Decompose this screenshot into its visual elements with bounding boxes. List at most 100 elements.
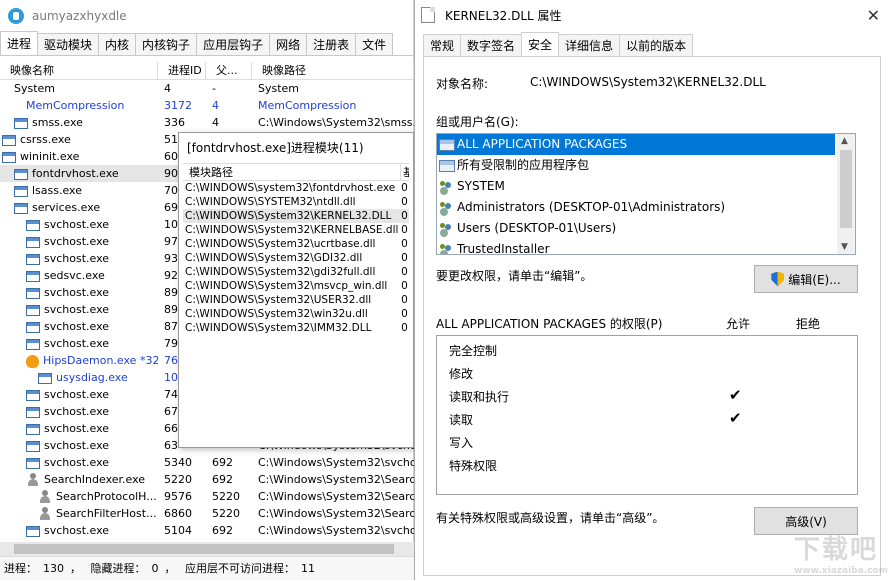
window-title: aumyazxhyxdle [32,9,127,23]
module-base: 0 [401,308,408,320]
table-row[interactable]: svchost.exe 5340 692 C:\Windows\System32\sv… [0,454,414,471]
table-row[interactable]: svchost.exe 5104 692 C:\Windows\System32\sv… [0,522,414,539]
module-row[interactable]: C:\WINDOWS\System32\KERNELBASE.dll 0 [183,223,409,237]
prop-tab-2[interactable]: 安全 [521,32,560,56]
process-parent-pid: 692 [212,473,233,486]
module-path: C:\WINDOWS\system32\fontdrvhost.exe [185,182,396,194]
hips-flame-icon [26,354,39,368]
module-row[interactable]: C:\WINDOWS\System32\gdi32full.dll 0 [183,265,409,279]
process-name: svchost.exe [44,235,110,248]
prop-tab-0[interactable]: 常规 [423,34,462,56]
prop-tab-4[interactable]: 以前的版本 [619,34,694,56]
process-window-icon [26,423,40,435]
col-module-base[interactable]: 基 [401,164,409,180]
table-row[interactable]: SearchProtocolH... 9576 5220 C:\Windows\Sys… [0,488,414,505]
col-image-path[interactable]: 映像路径 [252,62,414,79]
process-parent-pid: 692 [212,524,233,537]
prop-tab-3[interactable]: 详细信息 [558,34,621,56]
allow-check-icon: ✔ [729,409,742,427]
module-row[interactable]: C:\WINDOWS\System32\USER32.dll 0 [183,293,409,307]
module-row[interactable]: C:\WINDOWS\System32\ucrtbase.dll 0 [183,237,409,251]
user-list-item[interactable]: TrustedInstaller [437,239,855,255]
process-parent-pid: - [212,82,216,95]
user-list-item[interactable]: 所有受限制的应用程序包 [437,155,855,176]
process-name: SearchProtocolH... [56,490,157,503]
user-list-scrollbar[interactable]: ▲ ▼ [837,134,855,254]
process-name: svchost.exe [44,218,110,231]
module-row[interactable]: C:\WINDOWS\System32\msvcp_win.dll 0 [183,279,409,293]
module-path: C:\WINDOWS\System32\KERNEL32.DLL [185,210,392,222]
process-name-cell: usysdiag.exe [0,369,158,386]
properties-tab-bar: 常规 数字签名 安全 详细信息 以前的版本 [423,32,694,56]
process-name: svchost.exe [44,303,110,316]
process-name-cell: SearchFilterHost... [0,505,158,522]
module-row[interactable]: C:\WINDOWS\System32\GDI32.dll 0 [183,251,409,265]
user-list-item[interactable]: Users (DESKTOP-01\Users) [437,218,855,239]
security-tab-panel: 对象名称: C:\WINDOWS\System32\KERNEL32.DLL 组… [423,56,881,576]
user-list-item[interactable]: Administrators (DESKTOP-01\Administrator… [437,197,855,218]
module-row[interactable]: C:\WINDOWS\system32\fontdrvhost.exe 0 [183,181,409,195]
process-name-cell: sedsvc.exe [0,267,158,284]
tab-1[interactable]: 驱动模块 [37,33,100,55]
permission-name: 读取和执行 [449,390,510,404]
permission-name: 写入 [449,436,474,450]
process-name-cell: lsass.exe [0,182,158,199]
module-path: C:\WINDOWS\System32\KERNELBASE.dll [185,224,399,236]
dialog-title-bar: KERNEL32.DLL 属性 [415,0,896,30]
user-list-item[interactable]: ALL APPLICATION PACKAGES [437,134,835,155]
table-row[interactable]: SearchFilterHost... 6860 5220 C:\Windows\Sy… [0,505,414,522]
process-name: svchost.exe [44,405,110,418]
process-name-cell: HipsDaemon.exe *32 [0,352,158,369]
edit-button[interactable]: 编辑(E)... [754,265,858,293]
scroll-up-icon[interactable]: ▲ [841,136,848,146]
close-icon[interactable]: ✕ [867,6,880,25]
module-path: C:\WINDOWS\System32\win32u.dll [185,308,368,320]
module-base: 0 [401,322,408,334]
process-name-cell: svchost.exe [0,335,158,352]
scrollbar-thumb[interactable] [14,544,394,554]
tab-6[interactable]: 注册表 [306,33,357,55]
module-row[interactable]: C:\WINDOWS\System32\IMM32.DLL 0 [183,321,409,335]
col-pid[interactable]: 进程ID [158,62,206,79]
process-window-icon [26,389,40,401]
user-list-item[interactable]: SYSTEM [437,176,855,197]
process-pid: 5104 [164,524,192,537]
tab-2[interactable]: 内核 [98,33,137,55]
advanced-hint: 有关特殊权限或高级设置，请单击“高级”。 [436,511,665,525]
tab-7[interactable]: 文件 [355,33,394,55]
tab-5[interactable]: 网络 [269,33,308,55]
tab-3[interactable]: 内核钩子 [135,33,198,55]
process-name: wininit.exe [20,150,80,163]
process-name-cell: csrss.exe [0,131,158,148]
process-name-cell: svchost.exe [0,403,158,420]
scroll-down-icon[interactable]: ▼ [841,242,848,252]
module-row[interactable]: C:\WINDOWS\SYSTEM32\ntdll.dll 0 [183,195,409,209]
table-row[interactable]: smss.exe 336 4 C:\Windows\System32\smss.exe [0,114,414,131]
file-icon [421,7,435,23]
process-name: svchost.exe [44,320,110,333]
module-row[interactable]: C:\WINDOWS\System32\KERNEL32.DLL 0 [183,209,409,223]
scrollbar-thumb[interactable] [840,150,852,228]
module-base: 0 [401,280,408,292]
process-window-icon [14,117,28,129]
col-module-path[interactable]: 模块路径 [183,164,402,180]
table-row[interactable]: System 4 - System [0,80,414,97]
user-group-icon [439,201,455,215]
permissions-list: 完全控制 修改 读取和执行 ✔ 读取 ✔ 写入 特殊权限 [436,335,858,495]
table-row[interactable]: SearchIndexer.exe 5220 692 C:\Windows\Syste… [0,471,414,488]
module-row[interactable]: C:\WINDOWS\System32\win32u.dll 0 [183,307,409,321]
process-window-icon [26,321,40,333]
tab-0[interactable]: 进程 [0,31,39,55]
prop-tab-1[interactable]: 数字签名 [460,34,523,56]
horizontal-scrollbar[interactable] [0,542,414,556]
table-row[interactable]: MemCompression 3172 4 MemCompression [0,97,414,114]
process-name: SearchFilterHost... [56,507,157,520]
user-group-icon [439,243,455,255]
col-parent-pid[interactable]: 父... [206,62,252,79]
hidden-count-label: 隐藏进程： [90,562,146,575]
process-window-icon [26,287,40,299]
col-image-name[interactable]: 映像名称 [0,62,158,79]
process-window-icon [26,525,40,537]
process-name-cell: SearchIndexer.exe [0,471,158,488]
tab-4[interactable]: 应用层钩子 [196,33,271,55]
